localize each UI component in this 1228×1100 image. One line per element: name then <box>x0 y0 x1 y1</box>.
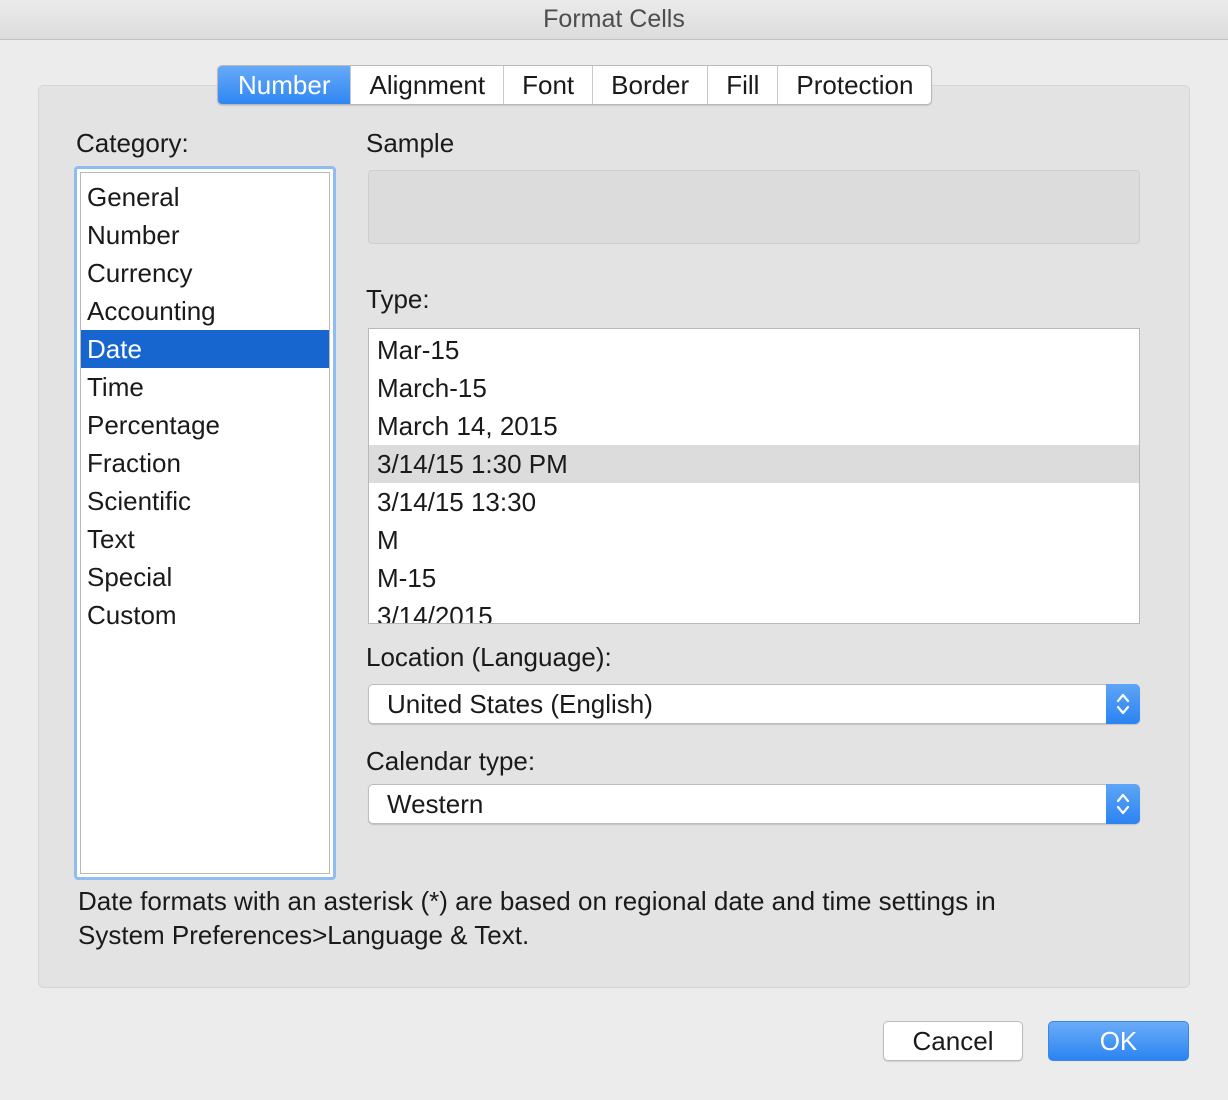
note-line-1: Date formats with an asterisk (*) are ba… <box>78 886 996 916</box>
type-label: Type: <box>366 284 430 314</box>
category-item-special[interactable]: Special <box>81 558 329 596</box>
tab-border[interactable]: Border <box>593 66 709 104</box>
category-item-fraction[interactable]: Fraction <box>81 444 329 482</box>
type-item[interactable]: 3/14/15 13:30 <box>369 483 1139 521</box>
updown-chevron-icon <box>1106 784 1140 824</box>
location-label: Location (Language): <box>366 642 612 672</box>
category-item-general[interactable]: General <box>81 178 329 216</box>
tab-number[interactable]: Number <box>218 66 352 104</box>
location-select[interactable]: United States (English) <box>368 684 1140 724</box>
tab-protection[interactable]: Protection <box>778 66 931 104</box>
category-item-text[interactable]: Text <box>81 520 329 558</box>
tab-bar: Number Alignment Font Border Fill Protec… <box>217 65 933 105</box>
tab-alignment[interactable]: Alignment <box>351 66 505 104</box>
calendar-select-value: Western <box>387 789 484 819</box>
category-item-time[interactable]: Time <box>81 368 329 406</box>
type-item[interactable]: M <box>369 521 1139 559</box>
tab-font[interactable]: Font <box>504 66 594 104</box>
category-item-number[interactable]: Number <box>81 216 329 254</box>
window-title: Format Cells <box>0 0 1228 40</box>
updown-chevron-icon <box>1106 684 1140 724</box>
type-item-selected[interactable]: 3/14/15 1:30 PM <box>369 445 1139 483</box>
category-list[interactable]: General Number Currency Accounting Date … <box>74 166 336 880</box>
category-label: Category: <box>76 128 189 158</box>
note-line-2: System Preferences>Language & Text. <box>78 920 530 950</box>
category-item-accounting[interactable]: Accounting <box>81 292 329 330</box>
date-format-note: Date formats with an asterisk (*) are ba… <box>78 884 1158 952</box>
type-item[interactable]: March-15 <box>369 369 1139 407</box>
calendar-label: Calendar type: <box>366 746 536 776</box>
type-item[interactable]: 3/14/2015 <box>369 597 1139 623</box>
category-item-currency[interactable]: Currency <box>81 254 329 292</box>
format-cells-dialog: Format Cells Number Alignment Font Borde… <box>0 0 1228 1100</box>
ok-button[interactable]: OK <box>1048 1021 1189 1061</box>
calendar-select[interactable]: Western <box>368 784 1140 824</box>
category-item-percentage[interactable]: Percentage <box>81 406 329 444</box>
category-list-inner: General Number Currency Accounting Date … <box>80 172 330 874</box>
type-item[interactable]: M-15 <box>369 559 1139 597</box>
tab-fill[interactable]: Fill <box>708 66 779 104</box>
sample-preview <box>368 170 1140 244</box>
category-item-scientific[interactable]: Scientific <box>81 482 329 520</box>
location-select-value: United States (English) <box>387 689 653 719</box>
type-item[interactable]: March 14, 2015 <box>369 407 1139 445</box>
sample-label: Sample <box>366 128 455 158</box>
type-list[interactable]: Mar-15 March-15 March 14, 2015 3/14/15 1… <box>368 328 1140 624</box>
category-item-date[interactable]: Date <box>81 330 329 368</box>
cancel-button[interactable]: Cancel <box>883 1021 1023 1061</box>
category-item-custom[interactable]: Custom <box>81 596 329 634</box>
type-item[interactable]: Mar-15 <box>369 331 1139 369</box>
